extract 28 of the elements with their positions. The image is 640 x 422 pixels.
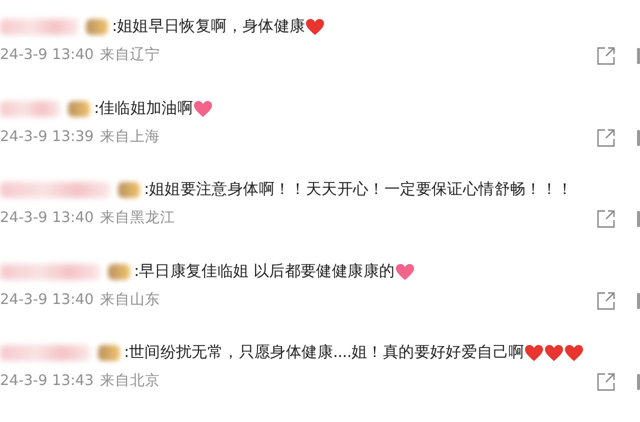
comment-time: 24-3-9 13:43 [0,372,94,392]
comment-time: 24-3-9 13:40 [0,46,94,66]
comment-text: :佳临姐加油啊 [94,98,194,119]
comment-text: :世间纷扰无常，只愿身体健康....姐！真的要好好爱自己啊 [124,342,524,364]
comment-location: 来自黑龙江 [100,209,175,228]
comment-text: :姐姐要注意身体啊！！天天开心！一定要保证心情舒畅！！！ [144,179,573,200]
share-icon[interactable] [596,128,616,148]
comment-time: 24-3-9 13:40 [0,290,94,310]
blurred-badge [118,182,140,198]
action-icon[interactable] [637,130,640,146]
comment-time: 24-3-9 13:39 [0,128,94,147]
blurred-badge [108,264,130,280]
blurred-badge [86,19,108,35]
share-icon[interactable] [596,290,616,310]
blurred-badge [98,345,120,361]
comment-location: 来自辽宁 [100,46,160,66]
share-icon[interactable] [596,46,616,66]
share-icon[interactable] [596,209,616,229]
blurred-badge [68,100,90,116]
comment-text: :姐姐早日恢复啊，身体健康 [112,16,306,38]
comment-location: 来自山东 [100,290,160,310]
comment-location: 来自上海 [100,128,160,147]
share-icon[interactable] [596,372,616,392]
comment-location: 来自北京 [100,372,160,392]
action-icon[interactable] [637,292,640,308]
comment-text: :早日康复佳临姐 以后都要健健康康的 [134,260,395,282]
comment-time: 24-3-9 13:40 [0,209,94,228]
blurred-username [0,100,60,116]
